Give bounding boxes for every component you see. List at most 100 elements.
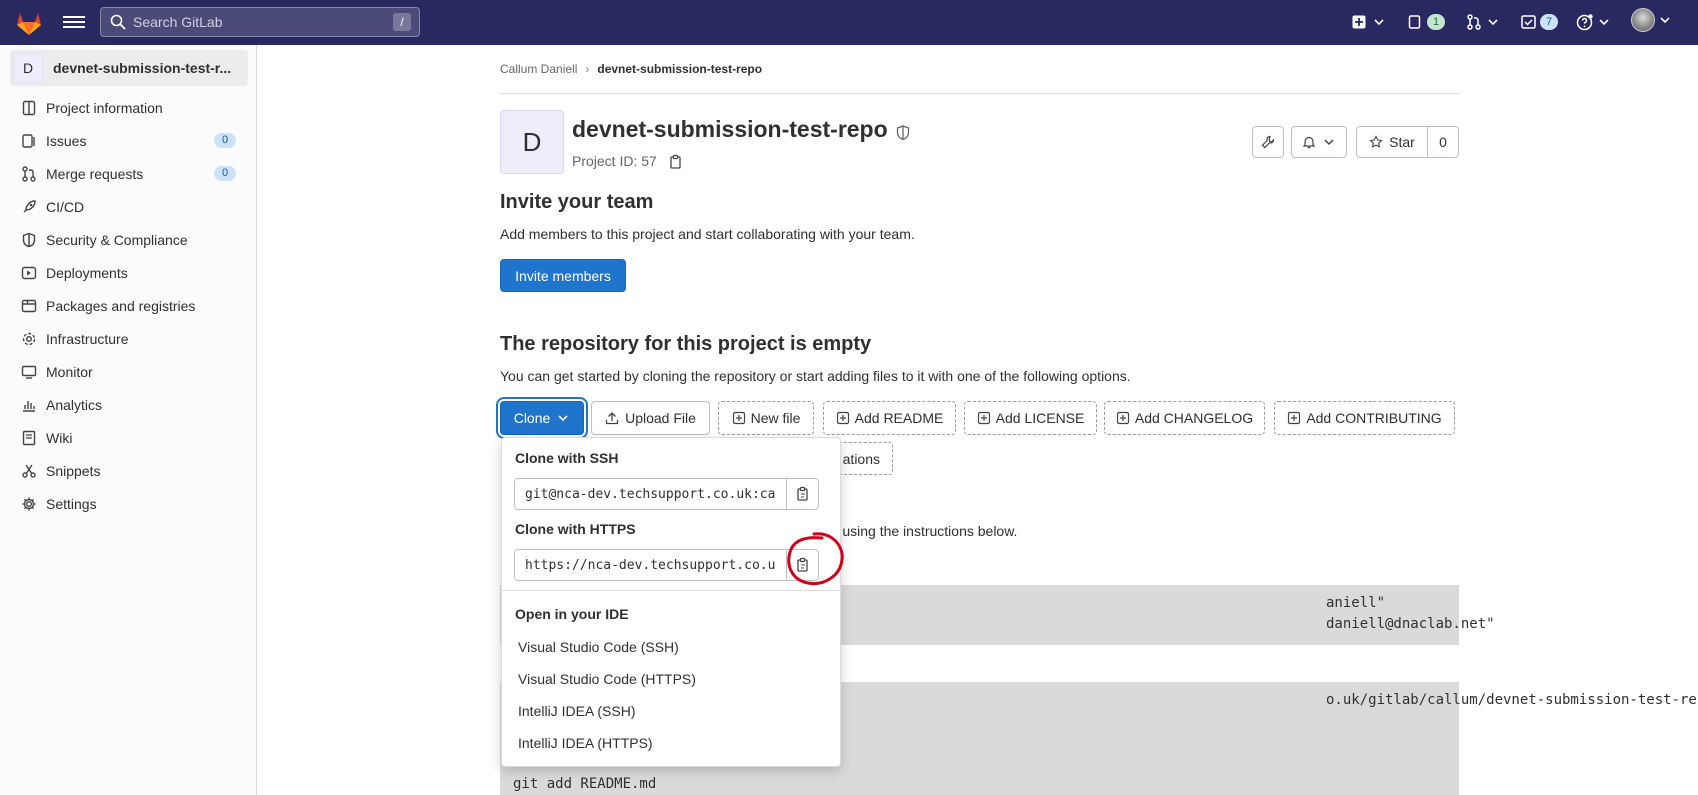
sidebar-item-deployments[interactable]: Deployments [0, 258, 257, 288]
sidebar-item-project-information[interactable]: Project information [0, 93, 257, 123]
copy-ssh-url-button[interactable] [786, 479, 818, 509]
code-line: aniell" [1326, 595, 1386, 611]
empty-repo-description: You can get started by cloning the repos… [500, 368, 1131, 384]
add-readme-button[interactable]: Add README [823, 401, 956, 435]
sidebar-item-label: Analytics [46, 397, 103, 413]
open-in-ide-label: Open in your IDE [515, 606, 629, 622]
clone-ssh-label: Clone with SSH [515, 450, 619, 466]
sidebar-item-snippets[interactable]: Snippets [0, 456, 257, 486]
issues-icon [22, 134, 35, 148]
search-shortcut-badge: / [393, 13, 411, 31]
sidebar-item-label: Infrastructure [46, 331, 129, 347]
copy-icon[interactable] [668, 154, 684, 170]
invite-heading: Invite your team [500, 191, 654, 213]
help-dropdown[interactable] [1576, 12, 1611, 32]
breadcrumb-project-link[interactable]: devnet-submission-test-repo [597, 62, 762, 76]
chevron-down-icon [1488, 19, 1498, 26]
add-integrations-label: ations [842, 450, 880, 467]
star-icon [1369, 135, 1383, 148]
sidebar-item-monitor[interactable]: Monitor [0, 357, 257, 387]
add-license-label: Add LICENSE [995, 410, 1085, 426]
add-contributing-button[interactable]: Add CONTRIBUTING [1274, 401, 1455, 435]
issues-count-badge: 1 [1427, 14, 1445, 30]
clone-https-input[interactable] [515, 550, 786, 580]
help-icon [1576, 13, 1593, 30]
ide-item-intellij-https[interactable]: IntelliJ IDEA (HTTPS) [518, 735, 653, 751]
sidebar-item-analytics[interactable]: Analytics [0, 390, 257, 420]
clone-ssh-input[interactable] [515, 479, 786, 509]
invite-members-button[interactable]: Invite members [500, 259, 626, 292]
sidebar-item-label: CI/CD [46, 199, 85, 215]
command-line-instructions-text: er using the instructions below. [826, 523, 1018, 539]
create-new-dropdown[interactable] [1352, 12, 1386, 32]
notifications-dropdown[interactable] [1291, 126, 1347, 158]
clone-https-label: Clone with HTTPS [515, 521, 636, 537]
user-menu-dropdown[interactable] [1631, 8, 1672, 32]
plus-square-icon [836, 411, 849, 425]
search-placeholder: Search GitLab [133, 14, 223, 30]
divider [500, 93, 1459, 94]
package-icon [21, 299, 37, 313]
plus-square-icon [732, 411, 745, 425]
sidebar-item-infrastructure[interactable]: Infrastructure [0, 324, 257, 354]
chevron-down-icon [558, 415, 568, 422]
sidebar-item-wiki[interactable]: Wiki [0, 423, 257, 453]
clone-https-field [514, 549, 819, 581]
issues-icon [1408, 15, 1421, 29]
add-license-button[interactable]: Add LICENSE [964, 401, 1097, 435]
sidebar-item-issues[interactable]: Issues 0 [0, 126, 257, 156]
search-input[interactable]: Search GitLab / [100, 7, 420, 37]
book-icon [22, 430, 36, 446]
clone-label: Clone [513, 410, 551, 426]
star-button[interactable]: Star [1356, 126, 1428, 158]
sidebar-item-label: Deployments [46, 265, 128, 281]
empty-repo-heading: The repository for this project is empty [500, 333, 872, 355]
code-line: git add README.md [513, 776, 657, 792]
sidebar-item-label: Wiki [46, 430, 73, 446]
star-count[interactable]: 0 [1427, 126, 1459, 158]
breadcrumb-owner-link[interactable]: Callum Daniell [500, 62, 577, 76]
todos-button[interactable]: 7 [1521, 12, 1558, 32]
chevron-down-icon [1660, 17, 1670, 24]
sidebar-project-header[interactable]: D devnet-submission-test-r... [10, 50, 248, 86]
clone-dropdown-menu: Clone with SSH Clone with HTTPS Open in … [501, 437, 842, 767]
clone-dropdown-button[interactable]: Clone [500, 401, 584, 435]
add-readme-label: Add README [854, 410, 944, 426]
sidebar-project-avatar: D [13, 53, 43, 83]
sidebar-item-cicd[interactable]: CI/CD [0, 192, 257, 222]
merge-requests-dropdown[interactable] [1466, 12, 1500, 32]
plus-square-icon [1352, 15, 1366, 29]
ide-item-vscode-ssh[interactable]: Visual Studio Code (SSH) [518, 639, 679, 655]
merge-request-icon [22, 166, 36, 182]
shield-icon [22, 232, 36, 248]
sidebar: D devnet-submission-test-r... Project in… [0, 45, 257, 795]
sidebar-item-settings[interactable]: Settings [0, 489, 257, 519]
project-info-icon [22, 100, 36, 116]
monitor-icon [21, 365, 37, 379]
upload-file-button[interactable]: Upload File [591, 401, 710, 435]
project-avatar: D [500, 110, 564, 174]
new-file-button[interactable]: New file [718, 401, 814, 435]
breadcrumb: Callum Daniell › devnet-submission-test-… [500, 62, 762, 76]
sidebar-item-security-compliance[interactable]: Security & Compliance [0, 225, 257, 255]
plus-square-icon [1116, 411, 1129, 425]
clone-ssh-field [514, 478, 819, 510]
add-changelog-button[interactable]: Add CHANGELOG [1104, 401, 1265, 435]
issues-button[interactable]: 1 [1408, 12, 1445, 32]
sidebar-item-merge-requests[interactable]: Merge requests 0 [0, 159, 257, 189]
sidebar-item-packages-registries[interactable]: Packages and registries [0, 291, 257, 321]
copy-icon [796, 486, 808, 501]
invite-description: Add members to this project and start co… [500, 226, 915, 242]
settings-wrench-button[interactable] [1252, 126, 1284, 158]
search-icon [110, 14, 126, 30]
page-title: devnet-submission-test-repo [572, 116, 888, 142]
add-changelog-label: Add CHANGELOG [1134, 410, 1254, 426]
gitlab-logo-icon[interactable] [14, 8, 44, 38]
plus-square-icon [977, 411, 990, 425]
menu-hamburger-icon[interactable] [63, 13, 85, 31]
rocket-icon [23, 200, 36, 213]
ide-item-vscode-https[interactable]: Visual Studio Code (HTTPS) [518, 671, 696, 687]
ide-item-intellij-ssh[interactable]: IntelliJ IDEA (SSH) [518, 703, 635, 719]
chart-icon [23, 401, 35, 412]
cloud-gear-icon [22, 332, 36, 346]
